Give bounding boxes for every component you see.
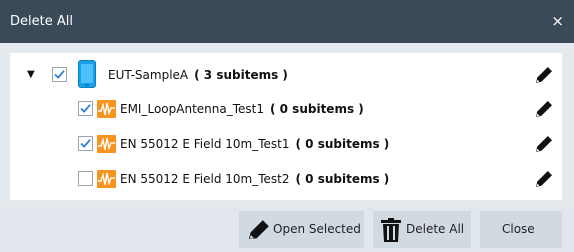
delete-all-button[interactable]: Delete All — [373, 211, 471, 248]
dialog-title: Delete All — [10, 14, 73, 29]
close-label: Close — [502, 222, 535, 236]
close-button[interactable]: Close — [480, 211, 562, 248]
item-checkbox[interactable] — [78, 136, 93, 151]
item-checkbox[interactable] — [78, 101, 93, 116]
pencil-icon[interactable] — [532, 97, 556, 121]
root-checkbox[interactable] — [52, 67, 67, 82]
pencil-icon[interactable] — [532, 167, 556, 191]
item-label: EN 55012 E Field 10m_Test1 ( 0 subitems ) — [120, 126, 389, 162]
trash-icon — [380, 218, 402, 245]
open-selected-label: Open Selected — [273, 222, 361, 236]
tree-row-item-1[interactable]: EMI_LoopAntenna_Test1 ( 0 subitems ) — [10, 91, 562, 127]
item-name: EN 55012 E Field 10m_Test2 — [120, 172, 290, 186]
title-bar: Delete All × — [0, 0, 574, 43]
item-label: EMI_LoopAntenna_Test1 ( 0 subitems ) — [120, 91, 364, 127]
expand-collapse-toggle[interactable]: ▼ — [27, 57, 35, 93]
waveform-icon — [97, 135, 116, 153]
close-icon[interactable]: × — [551, 0, 564, 43]
item-label: EN 55012 E Field 10m_Test2 ( 0 subitems ) — [120, 161, 389, 197]
root-subitem-count: ( 3 subitems ) — [194, 68, 288, 82]
delete-all-label: Delete All — [406, 222, 465, 236]
pencil-icon[interactable] — [532, 132, 556, 156]
root-name: EUT-SampleA — [108, 68, 189, 82]
item-subitem-count: ( 0 subitems ) — [295, 137, 390, 151]
waveform-icon — [97, 100, 116, 118]
open-selected-button[interactable]: Open Selected — [239, 211, 364, 248]
device-icon — [78, 60, 96, 88]
tree-row-root[interactable]: ▼ EUT-SampleA ( 3 subitems ) — [10, 57, 562, 93]
root-label: EUT-SampleA ( 3 subitems ) — [108, 57, 288, 93]
tree-row-item-3[interactable]: EN 55012 E Field 10m_Test2 ( 0 subitems ) — [10, 161, 562, 197]
tree-row-item-2[interactable]: EN 55012 E Field 10m_Test1 ( 0 subitems ) — [10, 126, 562, 162]
item-checkbox[interactable] — [78, 171, 93, 186]
item-subitem-count: ( 0 subitems ) — [269, 102, 364, 116]
dialog-footer: Open Selected Delete All Close — [0, 207, 574, 252]
pencil-icon[interactable] — [532, 63, 556, 87]
item-name: EN 55012 E Field 10m_Test1 — [120, 137, 290, 151]
waveform-icon — [97, 170, 116, 188]
tree-panel: ▼ EUT-SampleA ( 3 subitems ) EMI_LoopAnte… — [10, 53, 562, 200]
item-name: EMI_LoopAntenna_Test1 — [120, 102, 264, 116]
pencil-icon — [247, 218, 271, 245]
item-subitem-count: ( 0 subitems ) — [295, 172, 390, 186]
delete-all-dialog: Delete All × ▼ EUT-SampleA ( 3 subitems ) — [0, 0, 574, 252]
